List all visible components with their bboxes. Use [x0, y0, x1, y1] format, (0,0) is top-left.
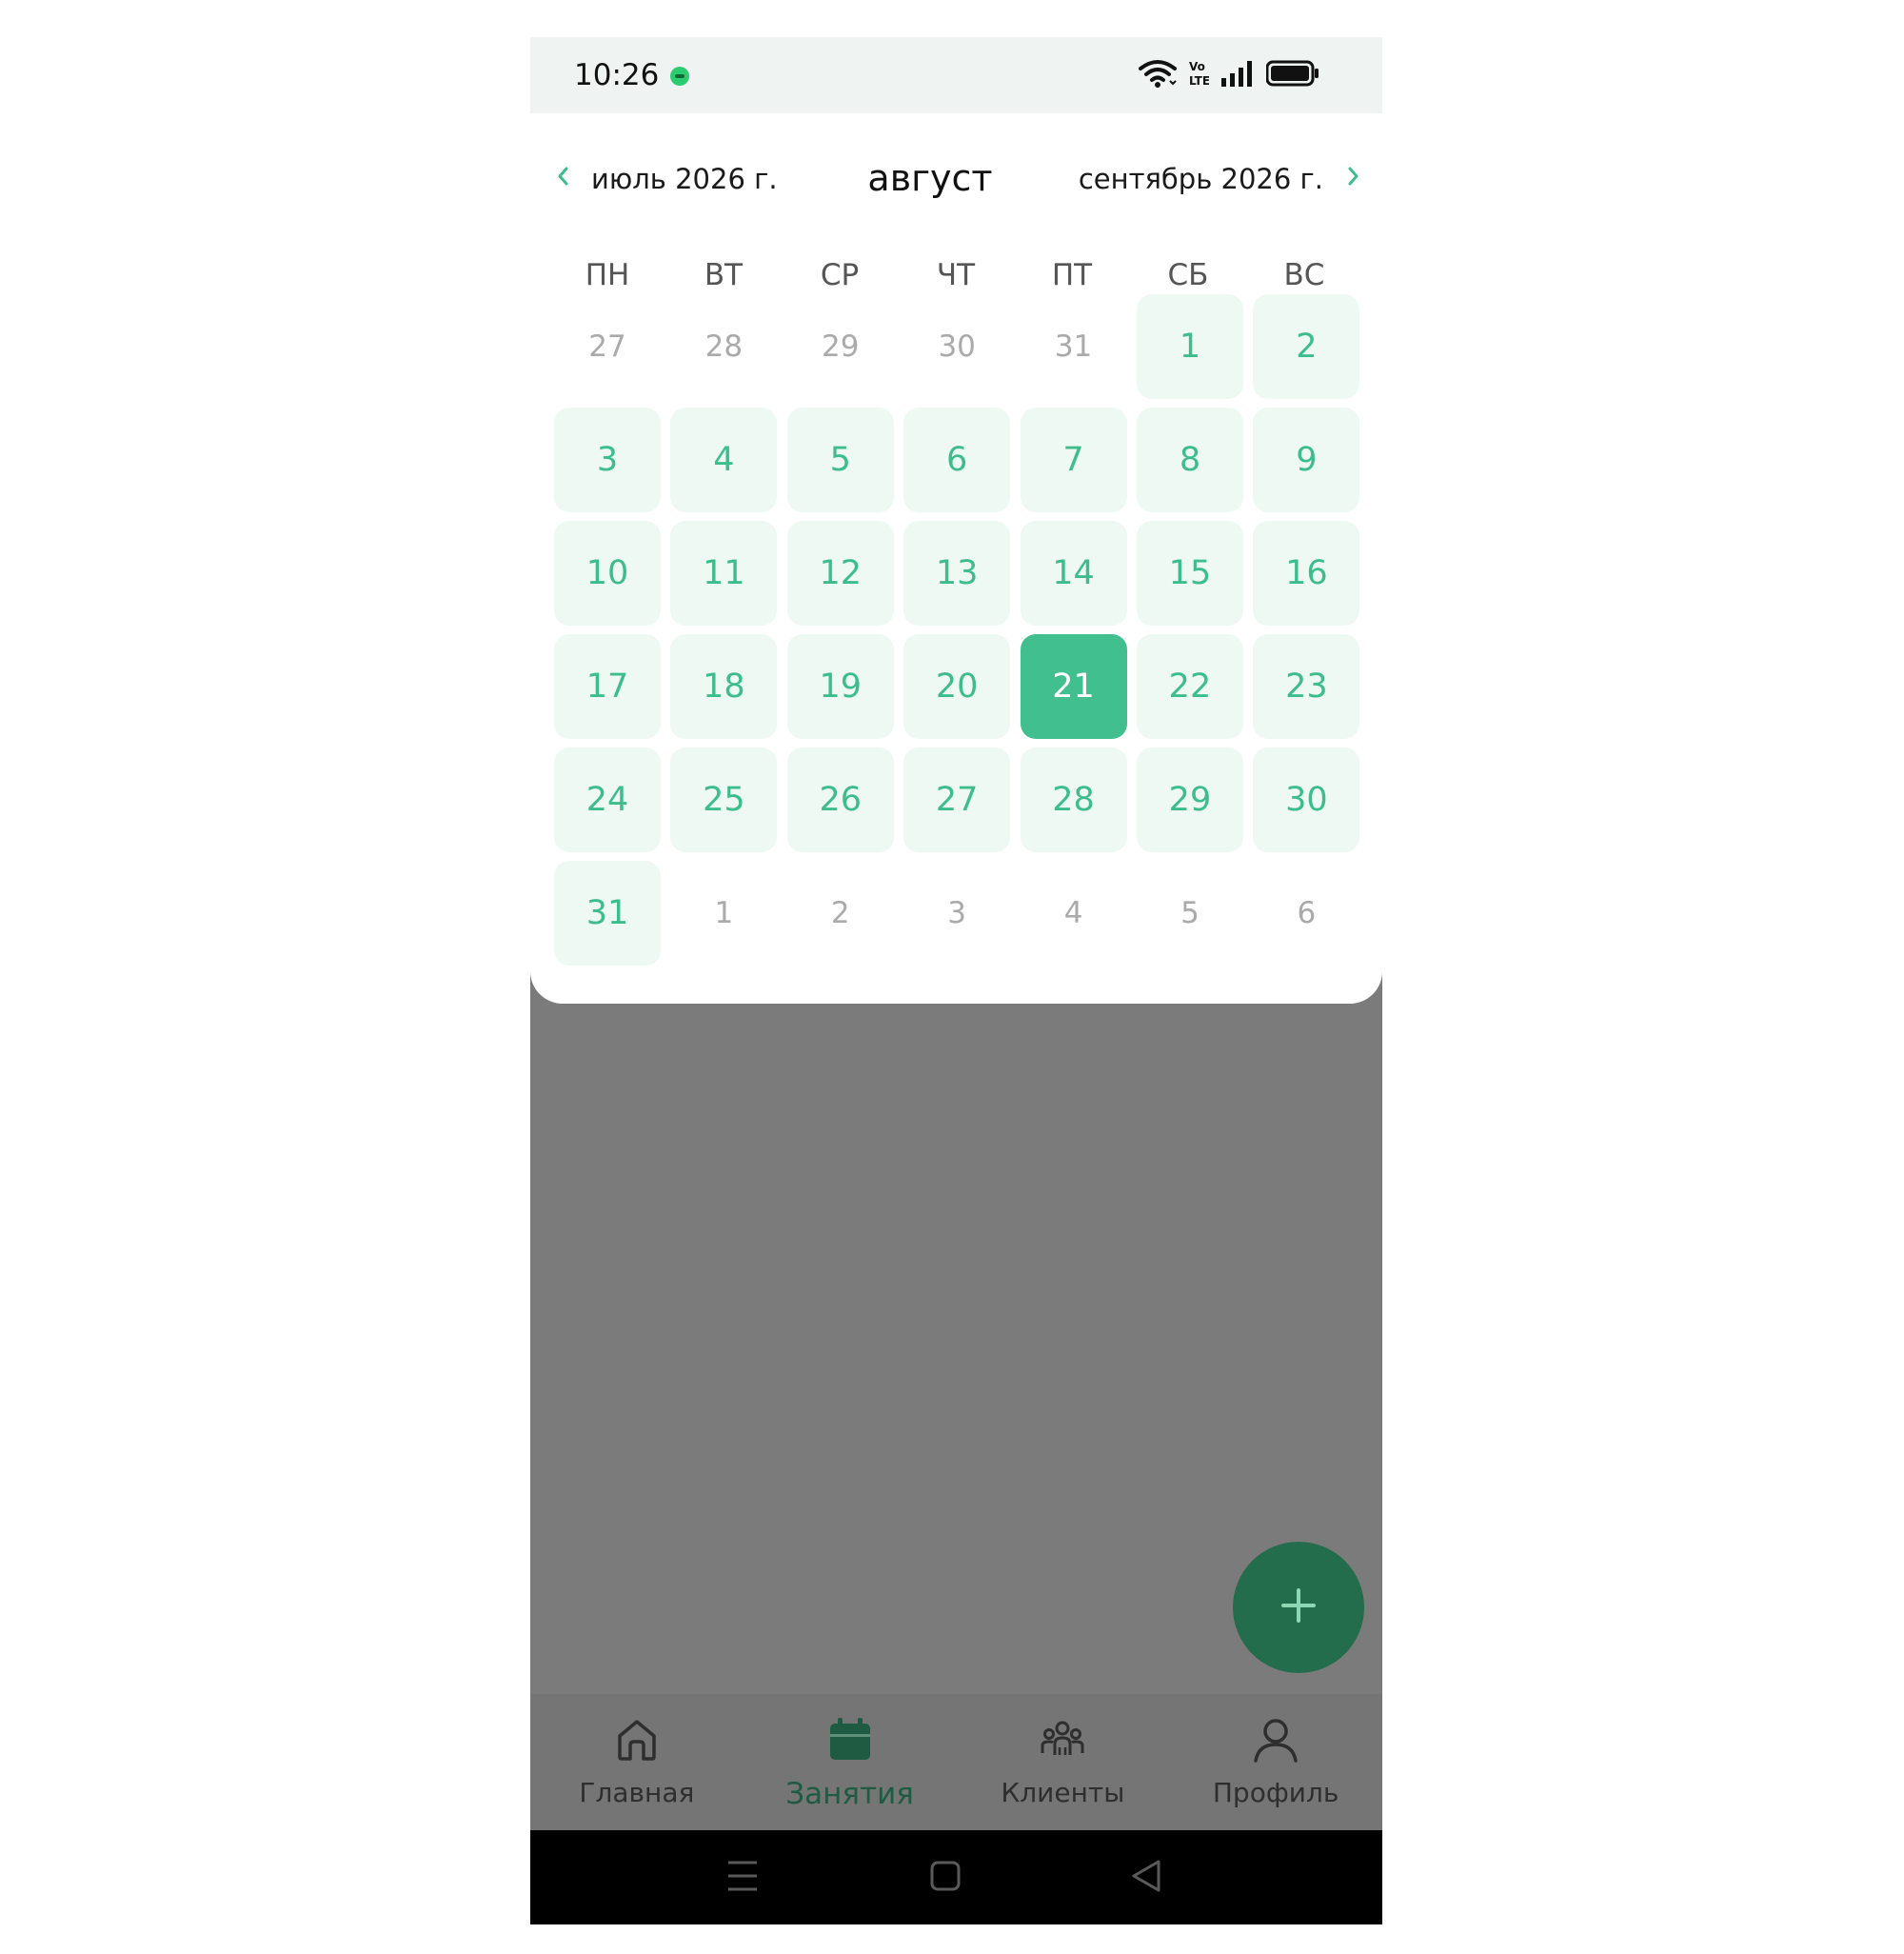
calendar-day[interactable]: 12: [786, 521, 894, 626]
calendar-day[interactable]: 27: [903, 748, 1011, 852]
nav-item-label: Занятия: [785, 1777, 914, 1811]
home-icon: [612, 1715, 662, 1769]
calendar-day[interactable]: 25: [670, 748, 778, 852]
chevron-right-icon: [1346, 164, 1361, 194]
calendar-day[interactable]: 23: [1253, 634, 1360, 739]
calendar-day[interactable]: 17: [554, 634, 661, 739]
calendar-icon: [825, 1715, 875, 1769]
calendar-day[interactable]: 24: [554, 748, 661, 852]
nav-item-lessons[interactable]: Занятия: [744, 1694, 957, 1830]
clients-icon: [1038, 1715, 1087, 1769]
calendar-day[interactable]: 26: [786, 748, 894, 852]
calendar-day-other-month[interactable]: 3: [903, 861, 1010, 966]
calendar-day[interactable]: 5: [786, 408, 894, 512]
calendar-day[interactable]: 20: [903, 634, 1011, 739]
calendar-day[interactable]: 10: [554, 521, 661, 626]
status-icons: Vo LTE: [1139, 56, 1319, 94]
calendar-day-other-month[interactable]: 29: [787, 294, 894, 399]
calendar-day[interactable]: 2: [1253, 294, 1360, 399]
calendar-day[interactable]: 1: [1136, 294, 1243, 399]
calendar-day[interactable]: 8: [1136, 408, 1243, 512]
nav-item-clients[interactable]: Клиенты: [957, 1694, 1170, 1830]
plus-icon: [1278, 1585, 1319, 1631]
calendar-day-other-month[interactable]: 31: [1021, 294, 1127, 399]
profile-icon: [1251, 1715, 1300, 1769]
calendar-day[interactable]: 13: [903, 521, 1011, 626]
calendar-day[interactable]: 14: [1020, 521, 1127, 626]
next-month-button[interactable]: сентябрь 2026 г.: [1079, 163, 1361, 195]
calendar-day[interactable]: 3: [554, 408, 661, 512]
nav-item-profile[interactable]: Профиль: [1169, 1694, 1382, 1830]
wifi-icon: [1139, 58, 1177, 93]
month-navigation: июль 2026 г. август сентябрь 2026 г.: [530, 113, 1382, 247]
battery-icon: [1265, 60, 1319, 91]
calendar-day-selected[interactable]: 21: [1020, 634, 1127, 739]
home-square-icon[interactable]: [930, 1859, 961, 1898]
bottom-navigation: Главная Занятия Клиенты Профиль: [530, 1694, 1382, 1830]
add-lesson-button[interactable]: [1233, 1542, 1364, 1673]
calendar-card: июль 2026 г. август сентябрь 2026 г. ПН …: [530, 113, 1382, 1004]
calendar-day[interactable]: 7: [1020, 408, 1127, 512]
calendar-day[interactable]: 19: [786, 634, 894, 739]
nav-item-label: Профиль: [1212, 1777, 1339, 1808]
calendar-day[interactable]: 31: [554, 861, 661, 966]
calendar-day-other-month[interactable]: 2: [787, 861, 894, 966]
menu-icon[interactable]: [726, 1859, 759, 1898]
phone-screen: 10:26 Vo LTE июль 2026 г. август сентябр…: [530, 37, 1382, 1924]
calendar-day[interactable]: 16: [1253, 521, 1360, 626]
next-month-label: сентябрь 2026 г.: [1078, 163, 1323, 195]
back-triangle-icon[interactable]: [1130, 1859, 1162, 1898]
calendar-day-other-month[interactable]: 5: [1137, 861, 1243, 966]
signal-icon: [1220, 59, 1255, 92]
days-grid: 27 28 29 30 31 1 2 3 4 5 6 7 8 9 10 11 12 13 14 15 16 17 18 19 2…: [554, 294, 1363, 966]
volte-icon: Vo LTE: [1188, 58, 1210, 93]
calendar-day[interactable]: 4: [670, 408, 778, 512]
calendar-day[interactable]: 15: [1136, 521, 1243, 626]
calendar-day-other-month[interactable]: 30: [903, 294, 1010, 399]
calendar-day-other-month[interactable]: 27: [554, 294, 661, 399]
svg-text:Vo: Vo: [1189, 60, 1205, 73]
calendar-day-other-month[interactable]: 4: [1021, 861, 1127, 966]
calendar-day[interactable]: 6: [903, 408, 1011, 512]
svg-text:LTE: LTE: [1189, 74, 1209, 88]
system-navigation-bar: [530, 1830, 1382, 1924]
message-notification-icon: [670, 67, 689, 86]
calendar-day[interactable]: 11: [670, 521, 778, 626]
calendar-day-other-month[interactable]: 28: [670, 294, 777, 399]
nav-item-label: Клиенты: [1001, 1777, 1125, 1808]
calendar-day[interactable]: 18: [670, 634, 778, 739]
status-bar: 10:26 Vo LTE: [530, 37, 1382, 113]
status-time: 10:26: [574, 58, 660, 92]
calendar-day[interactable]: 22: [1136, 634, 1243, 739]
calendar-day-other-month[interactable]: 1: [670, 861, 777, 966]
calendar-day[interactable]: 28: [1020, 748, 1127, 852]
nav-item-home[interactable]: Главная: [530, 1694, 744, 1830]
calendar-day-other-month[interactable]: 6: [1253, 861, 1359, 966]
calendar-day[interactable]: 29: [1136, 748, 1243, 852]
calendar-day[interactable]: 9: [1253, 408, 1360, 512]
nav-item-label: Главная: [579, 1777, 695, 1808]
calendar-day[interactable]: 30: [1253, 748, 1360, 852]
